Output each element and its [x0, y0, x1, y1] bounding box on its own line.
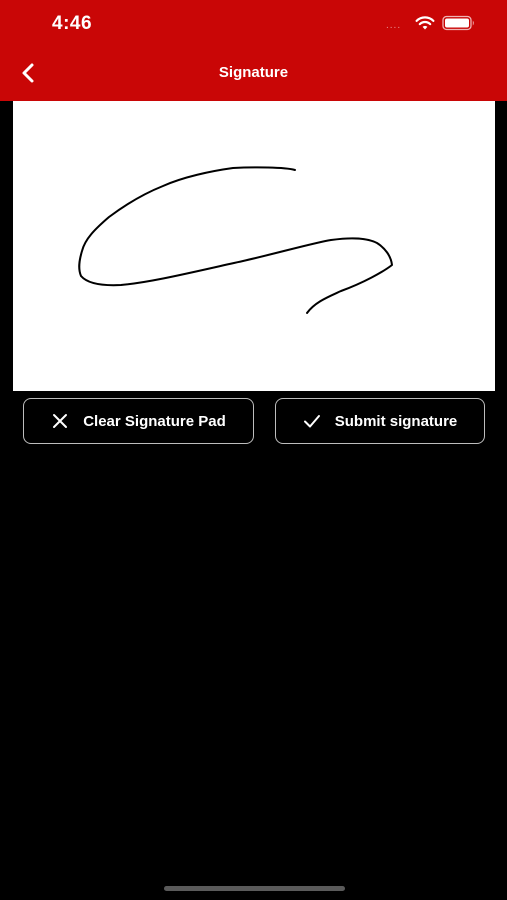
page-title: Signature: [218, 64, 289, 81]
signature-screen: 4:46 .... Signature Clear Signature Pad: [0, 0, 507, 900]
status-time: 4:46: [52, 13, 93, 34]
signature-stroke: [78, 166, 393, 314]
signature-pad[interactable]: [13, 101, 495, 391]
submit-signature-button[interactable]: Submit signature: [275, 398, 485, 444]
clear-signature-label: Clear Signature Pad: [83, 412, 226, 430]
close-icon: [53, 414, 68, 428]
cellular-signal-icon: ....: [386, 20, 402, 31]
header-bar: 4:46 .... Signature: [0, 0, 507, 101]
battery-icon: [442, 15, 474, 31]
checkmark-icon: [303, 415, 320, 428]
clear-signature-button[interactable]: Clear Signature Pad: [23, 398, 254, 444]
wifi-icon: [415, 16, 435, 30]
submit-signature-label: Submit signature: [334, 412, 458, 430]
home-indicator[interactable]: [164, 886, 345, 891]
